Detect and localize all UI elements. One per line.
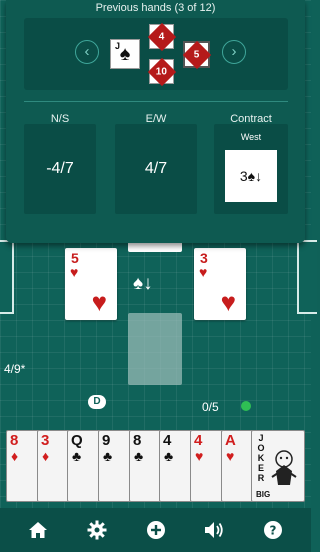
- previous-hands-panel: Previous hands (3 of 12) ‹ J ♠ 4 10 5 › …: [6, 0, 305, 243]
- card-rank: 9: [102, 432, 111, 449]
- card-rank: 4: [163, 432, 172, 449]
- settings-icon[interactable]: [86, 519, 108, 541]
- help-icon[interactable]: ?: [262, 519, 284, 541]
- heart-icon: ♥: [226, 448, 235, 464]
- svg-text:?: ?: [270, 524, 277, 538]
- played-card-west: 5 ♥ ♥: [65, 248, 117, 320]
- club-icon: ♣: [164, 448, 174, 464]
- trick-card-diamond-5: 5: [182, 40, 211, 69]
- heart-icon: ♥: [195, 448, 204, 464]
- heart-icon: ♥: [91, 287, 107, 317]
- ns-score: -4/7: [24, 124, 96, 214]
- contract-bid: 3♠↓: [225, 150, 277, 202]
- card-rank: J: [115, 41, 121, 51]
- west-score: 4/9*: [4, 362, 26, 376]
- east-player-cards: [297, 240, 317, 314]
- card-rank: 10: [155, 66, 168, 77]
- west-player-cards: [0, 240, 14, 314]
- south-card-slot: [128, 313, 182, 385]
- home-icon[interactable]: [27, 519, 49, 541]
- trick-navigator: ‹ J ♠ 4 10 5 ›: [24, 18, 288, 90]
- previous-hand-button[interactable]: ‹: [75, 40, 99, 64]
- next-hand-button[interactable]: ›: [222, 40, 246, 64]
- panel-divider: [24, 101, 288, 102]
- card-rank: Q: [71, 432, 83, 449]
- diamond-icon: ♦: [11, 448, 19, 464]
- contract-seat: West: [240, 132, 262, 142]
- club-icon: ♣: [103, 448, 113, 464]
- ew-score: 4/7: [115, 124, 197, 214]
- card-rank: 4: [194, 432, 203, 449]
- tricks-count: 0/5: [202, 400, 219, 414]
- club-icon: ♣: [72, 448, 82, 464]
- trump-indicator: ♠↓: [133, 273, 153, 294]
- trick-card-spade: J ♠: [110, 39, 140, 69]
- card-rank: 8: [133, 432, 142, 449]
- hand-card[interactable]: JOKER BIG: [251, 430, 305, 502]
- card-rank: 5: [193, 49, 200, 60]
- played-card-east: 3 ♥ ♥: [194, 248, 246, 320]
- joker-sub-label: BIG: [256, 490, 271, 499]
- card-rank: 4: [158, 31, 165, 42]
- panel-title: Previous hands (3 of 12): [95, 2, 216, 14]
- heart-icon: ♥: [220, 287, 236, 317]
- heart-icon: ♥: [70, 264, 79, 280]
- add-icon[interactable]: [145, 519, 167, 541]
- heart-icon: ♥: [199, 264, 208, 280]
- card-rank: 8: [10, 432, 19, 449]
- contract-box: West 3♠↓: [214, 124, 288, 214]
- spade-icon: ♠: [119, 42, 131, 65]
- joker-art-icon: [271, 450, 297, 485]
- card-rank: A: [225, 432, 236, 449]
- dealer-badge: D: [88, 395, 106, 409]
- turn-indicator-dot: [241, 401, 251, 411]
- joker-label: JOKER: [256, 433, 266, 483]
- card-rank: 3: [41, 432, 50, 449]
- trick-card-diamond-10: 10: [147, 57, 176, 86]
- sound-icon[interactable]: [203, 519, 225, 541]
- trick-card-diamond-4: 4: [147, 22, 176, 51]
- bottom-toolbar: ?: [0, 508, 311, 552]
- club-icon: ♣: [134, 448, 144, 464]
- diamond-icon: ♦: [42, 448, 50, 464]
